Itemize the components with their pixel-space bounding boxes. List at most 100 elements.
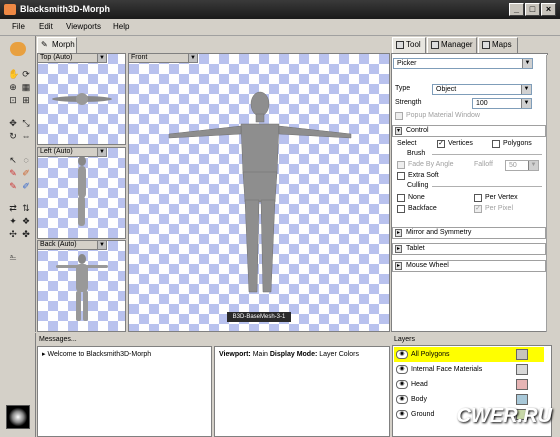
culling-none-checkbox[interactable] [397, 194, 405, 202]
messages-panel: ▸ Welcome to Blacksmith3D-Morph [37, 346, 212, 437]
brush-icon[interactable]: ✐ [21, 168, 31, 178]
chevron-down-icon[interactable]: ▼ [97, 241, 106, 249]
popup-window-checkbox[interactable] [395, 112, 403, 120]
viewport-front-label[interactable]: Front ▼ [128, 53, 198, 63]
menu-edit[interactable]: Edit [39, 22, 53, 31]
viewport-back[interactable] [37, 240, 126, 332]
control-section-header[interactable]: ▾ Control [392, 125, 546, 137]
maps-tab-icon [482, 41, 490, 49]
menu-file[interactable]: File [12, 22, 25, 31]
vertices-checkbox[interactable]: ✓ [437, 140, 445, 148]
hand-icon[interactable]: ✋ [8, 69, 19, 79]
chevron-down-icon[interactable]: ▼ [521, 85, 531, 94]
viewport-top-label[interactable]: Top (Auto) ▼ [37, 53, 107, 63]
viewport-left[interactable] [37, 147, 126, 239]
layer-color-swatch[interactable] [516, 364, 528, 375]
per-pixel-checkbox[interactable]: ✓ [474, 205, 482, 213]
mesh-label: B3D-BaseMesh-3-1 [227, 312, 291, 322]
tab-maps[interactable]: Maps [478, 37, 518, 53]
manager-tab-icon [431, 41, 439, 49]
pinch-icon[interactable]: ✦ [8, 216, 18, 226]
messages-title: Messages... [39, 336, 77, 343]
eraser-icon[interactable]: ✎ [8, 181, 18, 191]
rotate-view-icon[interactable]: ⟳ [21, 69, 31, 79]
falloff-input[interactable]: 50 ▼ [505, 160, 539, 171]
grid-icon[interactable]: ▦ [21, 82, 31, 92]
tab-tool[interactable]: Tool [392, 37, 426, 53]
close-button[interactable]: × [541, 3, 556, 16]
mirror-symmetry-section-header[interactable]: ▸ Mirror and Symmetry [392, 227, 546, 239]
bend-icon[interactable]: ✤ [21, 229, 31, 239]
per-vertex-checkbox[interactable] [474, 194, 482, 202]
tab-morph[interactable]: ✎ Morph [37, 37, 77, 53]
eye-icon[interactable]: ◉ [396, 365, 408, 374]
menu-help[interactable]: Help [113, 22, 129, 31]
extra-soft-checkbox[interactable] [397, 172, 405, 180]
viewport-back-label[interactable]: Back (Auto) ▼ [37, 240, 107, 250]
maximize-button[interactable]: □ [525, 3, 540, 16]
layer-row[interactable]: ◉ All Polygons [394, 347, 544, 362]
smooth-icon[interactable]: ✐ [21, 181, 31, 191]
tool-panel-scrollbar[interactable] [546, 55, 554, 332]
layer-row[interactable]: ◉ Internal Face Materials [394, 362, 544, 377]
paint-icon[interactable]: ✎ [8, 168, 18, 178]
eye-icon[interactable]: ◉ [396, 395, 408, 404]
vertices-label: Vertices [448, 140, 473, 147]
brush-label: Brush [407, 150, 426, 157]
chevron-down-icon[interactable]: ▼ [188, 54, 197, 62]
pull-icon[interactable]: ⇅ [21, 203, 31, 213]
push-icon[interactable]: ⇄ [8, 203, 18, 213]
eye-icon[interactable]: ◉ [396, 380, 408, 389]
tablet-section-header[interactable]: ▸ Tablet [392, 243, 546, 255]
tool-select[interactable]: Picker ▼ [393, 58, 533, 69]
lasso-icon[interactable]: ◌ [21, 155, 31, 165]
expand-icon: ▸ [395, 262, 402, 270]
strength-label: Strength [395, 99, 422, 106]
menu-viewports[interactable]: Viewports [66, 22, 101, 31]
eye-icon[interactable]: ◉ [396, 350, 408, 359]
split-view-icon[interactable]: ⊞ [21, 95, 31, 105]
tab-manager[interactable]: Manager [427, 37, 477, 53]
backface-checkbox[interactable] [397, 205, 405, 213]
move-icon[interactable]: ✥ [8, 118, 18, 128]
brush-preview-icon[interactable] [6, 405, 30, 429]
polygons-checkbox[interactable] [492, 140, 500, 148]
minimize-button[interactable]: _ [509, 3, 524, 16]
rotate-icon[interactable]: ↻ [8, 131, 18, 141]
chevron-down-icon[interactable]: ▼ [97, 148, 106, 156]
scale-icon[interactable]: ⤡ [21, 118, 31, 128]
chevron-down-icon[interactable]: ▼ [528, 161, 538, 170]
per-vertex-label: Per Vertex [485, 194, 518, 201]
front-view-figure [168, 91, 352, 293]
fade-by-angle-label: Fade By Angle [408, 161, 454, 168]
layer-color-swatch[interactable] [516, 349, 528, 360]
inflate-icon[interactable]: ❖ [21, 216, 31, 226]
layer-row[interactable]: ◉ Head [394, 377, 544, 392]
left-toolbar: ✋ ⟳ ⊕ ▦ ⊡ ⊞ ✥ ⤡ ↻ ⇔ ↖ ◌ ✎ ✐ ✎ ✐ ⇄ ⇅ ✦ ❖ … [0, 36, 36, 332]
transform-icon[interactable]: ⇔ [21, 131, 31, 141]
culling-divider [432, 186, 542, 187]
viewport-status-label: Viewport: [219, 351, 251, 358]
layer-color-swatch[interactable] [516, 379, 528, 390]
extra-soft-label: Extra Soft [408, 172, 439, 179]
viewport-top[interactable] [37, 53, 126, 145]
strength-input[interactable]: 100 ▼ [472, 98, 532, 109]
viewport-front[interactable] [128, 53, 390, 332]
type-select[interactable]: Object ▼ [432, 84, 532, 95]
chevron-down-icon[interactable]: ▼ [521, 99, 531, 108]
polygons-label: Polygons [503, 140, 532, 147]
eye-icon[interactable]: ◉ [396, 410, 408, 419]
tab-morph-label: Morph [52, 40, 75, 49]
frame-icon[interactable]: ⊡ [8, 95, 18, 105]
mouse-wheel-section-header[interactable]: ▸ Mouse Wheel [392, 260, 546, 272]
logo-icon [10, 42, 26, 56]
select-arrow-icon[interactable]: ↖ [8, 155, 18, 165]
viewport-left-label[interactable]: Left (Auto) ▼ [37, 147, 107, 157]
fade-by-angle-checkbox[interactable] [397, 161, 405, 169]
zoom-icon[interactable]: ⊕ [8, 82, 18, 92]
twist-icon[interactable]: ✣ [8, 229, 18, 239]
message-item: ▸ Welcome to Blacksmith3D-Morph [42, 351, 152, 358]
chevron-down-icon[interactable]: ▼ [97, 54, 106, 62]
chevron-down-icon[interactable]: ▼ [522, 59, 532, 68]
flatten-icon[interactable]: ⎁ [8, 252, 18, 262]
